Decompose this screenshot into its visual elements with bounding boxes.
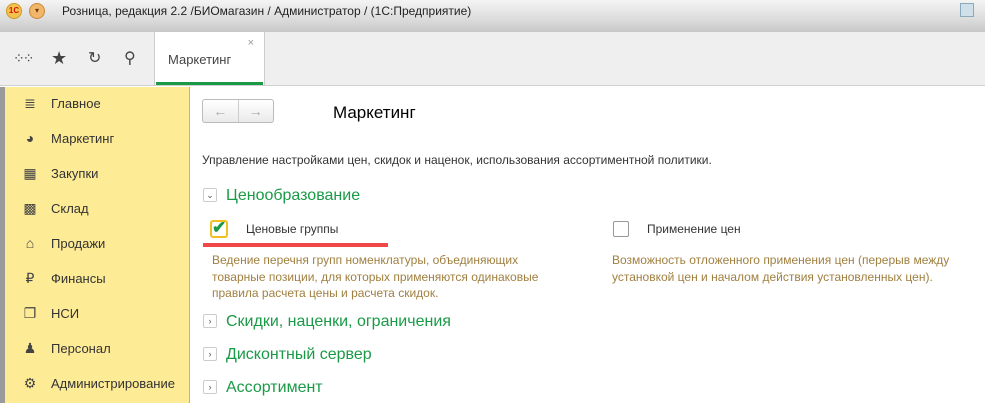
hint-line: Возможность отложенного применения цен (… [612,253,950,267]
history-icon[interactable]: ↻ [88,48,101,68]
navigation-buttons: ← → [202,99,274,123]
section-title: Скидки, наценки, ограничения [226,313,451,330]
apps-grid-icon[interactable]: ⁘⁘ [13,50,35,67]
sidebar-item-personnel[interactable]: ♟ Персонал [5,335,190,365]
hint-line: правила расчета цены и расчета скидок. [212,286,439,300]
chevron-right-icon[interactable]: › [203,380,217,394]
save-icon[interactable] [960,3,974,17]
star-icon[interactable]: ★ [51,48,67,69]
section-title: Ценообразование [226,187,361,204]
documents-icon: ❐ [23,305,37,321]
price-groups-hint: Ведение перечня групп номенклатуры, объе… [212,252,538,302]
search-icon[interactable]: ⚲ [124,48,136,68]
sidebar-item-label: Администрирование [51,376,175,391]
sidebar-item-sales[interactable]: ⌂ Продажи [5,230,190,260]
forward-button[interactable]: → [239,100,274,122]
page-title: Маркетинг [333,103,416,122]
section-assortment[interactable]: › Ассортимент [203,379,323,397]
page-description: Управление настройками цен, скидок и нац… [202,153,712,167]
highlight-underline [203,243,388,247]
price-application-label[interactable]: Применение цен [647,222,741,236]
section-discounts[interactable]: › Скидки, наценки, ограничения [203,313,451,331]
main-menu-button[interactable]: ▾ [29,3,45,19]
hint-line: Ведение перечня групп номенклатуры, объе… [212,253,519,267]
sidebar-item-label: Продажи [51,236,106,251]
chevron-right-icon[interactable]: › [203,347,217,361]
sidebar-item-finance[interactable]: ₽ Финансы [5,265,190,295]
hint-line: установкой цен и началом действия устано… [612,269,933,284]
person-icon: ♟ [23,340,37,356]
sidebar-item-label: Персонал [51,341,111,356]
price-application-checkbox[interactable] [613,221,629,237]
cart-icon: ▦ [23,165,37,181]
price-groups-checkbox[interactable]: ✔ [211,218,227,237]
ruble-icon: ₽ [25,270,35,286]
back-button[interactable]: ← [203,100,239,122]
sidebar-item-label: Финансы [51,271,106,286]
tab-marketing[interactable]: Маркетинг × [154,32,265,85]
section-title: Ассортимент [226,379,323,396]
sidebar-item-label: Маркетинг [51,131,115,146]
sidebar-item-nsi[interactable]: ❐ НСИ [5,300,190,330]
tab-label: Маркетинг [168,52,232,67]
sidebar-item-label: Склад [51,201,89,216]
price-groups-label[interactable]: Ценовые группы [246,222,338,236]
close-icon[interactable]: × [248,37,254,49]
price-application-hint: Возможность отложенного применения цен (… [612,252,949,285]
checkmark-icon: ✔ [212,218,227,237]
sidebar-item-purchases[interactable]: ▦ Закупки [5,160,190,190]
hint-line: товарные позиции, для которых применяютс… [212,269,539,284]
sidebar: ≣ Главное ◕ Маркетинг ▦ Закупки ▩ Склад ⌂ Про… [0,87,190,403]
sidebar-item-warehouse[interactable]: ▩ Склад [5,195,190,225]
sidebar-item-label: НСИ [51,306,80,321]
window-title: Розница, редакция 2.2 /БИОмагазин / Адми… [62,4,472,18]
section-discount-server[interactable]: › Дисконтный сервер [203,346,372,364]
gear-icon: ⚙ [23,375,37,391]
sidebar-item-administration[interactable]: ⚙ Администрирование [5,370,190,400]
tab-bar: ⁘⁘ ★ ↻ ⚲ Маркетинг × [0,32,985,86]
sidebar-item-label: Главное [51,96,101,111]
section-pricing[interactable]: ⌄ Ценообразование [203,187,360,205]
active-tab-indicator [156,82,263,85]
sidebar-item-label: Закупки [51,166,99,181]
app-logo-icon[interactable]: 1С [6,3,22,19]
sidebar-item-marketing[interactable]: ◕ Маркетинг [5,125,190,155]
section-title: Дисконтный сервер [226,346,372,363]
chevron-down-icon[interactable]: ⌄ [203,188,217,202]
menu-lines-icon: ≣ [24,95,36,111]
chevron-right-icon[interactable]: › [203,314,217,328]
warehouse-icon: ▩ [23,200,37,216]
title-bar: 1С ▾ Розница, редакция 2.2 /БИОмагазин /… [0,0,985,32]
sidebar-item-main[interactable]: ≣ Главное [5,90,190,120]
basket-icon: ⌂ [25,235,35,251]
pie-chart-icon: ◕ [25,130,35,146]
